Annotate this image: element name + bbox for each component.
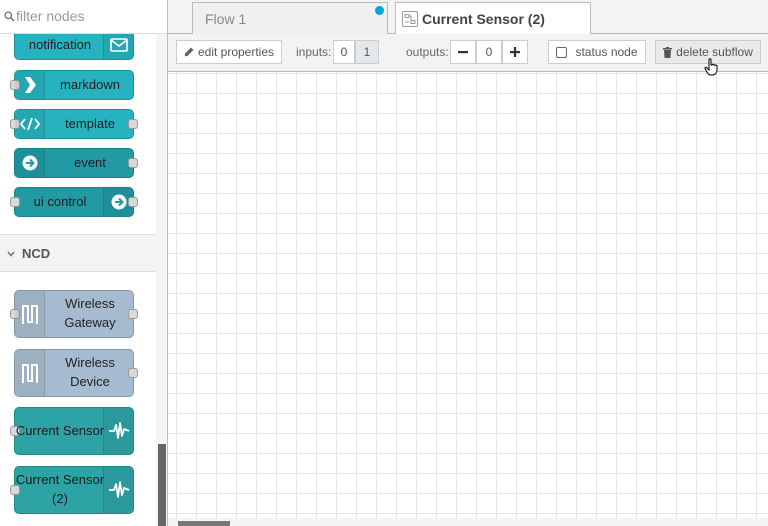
changed-indicator	[375, 6, 384, 15]
output-port[interactable]	[128, 197, 138, 207]
pulse-icon	[103, 467, 133, 513]
scrollbar-thumb[interactable]	[158, 444, 166, 526]
code-icon	[15, 110, 45, 138]
workspace-tabs: Flow 1 Current Sensor (2)	[168, 0, 768, 35]
outputs-value: 0	[485, 45, 493, 59]
node-label: template	[65, 115, 115, 131]
node-label: Wireless Gateway	[64, 296, 116, 330]
palette-scrollbar[interactable]	[156, 34, 167, 526]
envelope-icon	[103, 34, 133, 59]
palette-node-markdown[interactable]: markdown	[10, 70, 134, 100]
inputs-option-1[interactable]: 1	[355, 40, 379, 64]
output-port[interactable]	[128, 119, 138, 129]
plus-icon	[510, 47, 520, 57]
wireless-wave-icon	[15, 350, 45, 396]
node-label: Wireless Device	[65, 355, 115, 389]
palette-list[interactable]: notification markdown template event ui …	[0, 34, 156, 526]
search-input[interactable]	[16, 6, 156, 26]
node-label: event	[74, 154, 106, 170]
outputs-label: outputs:	[406, 45, 449, 59]
palette-node-wireless-gateway[interactable]: Wireless Gateway	[10, 290, 138, 338]
output-port[interactable]	[128, 309, 138, 319]
pulse-icon	[103, 408, 133, 454]
wireless-wave-icon	[15, 291, 45, 337]
subflow-toolbar: edit properties inputs: 0 1 outputs: 0 s…	[168, 34, 768, 72]
option-label: 1	[363, 45, 371, 59]
palette-node-template[interactable]: template	[10, 109, 138, 139]
arrow-circle-right-icon	[15, 149, 45, 177]
category-title: NCD	[22, 246, 51, 261]
status-node-label: status node	[575, 45, 638, 59]
palette-node-event[interactable]: event	[14, 148, 138, 178]
node-label: ui control	[33, 193, 87, 209]
hand-cursor-icon	[704, 58, 720, 79]
output-port[interactable]	[128, 368, 138, 378]
tab-label: Flow 1	[205, 11, 247, 27]
node-red-editor: notification markdown template	[0, 0, 768, 526]
scrollbar-thumb[interactable]	[178, 521, 230, 526]
palette-node-current-sensor[interactable]: Current Sensor	[10, 407, 134, 455]
canvas-horizontal-scrollbar[interactable]	[168, 518, 768, 526]
flow-canvas[interactable]	[168, 72, 768, 518]
inputs-option-0[interactable]: 0	[333, 40, 355, 64]
node-label: markdown	[60, 76, 120, 92]
subflow-icon	[402, 11, 418, 30]
trash-icon	[663, 46, 673, 58]
node-label: Current Sensor (2)	[15, 472, 105, 506]
option-label: 0	[340, 45, 348, 59]
chevron-down-icon	[6, 247, 16, 262]
node-palette: notification markdown template	[0, 0, 168, 526]
outputs-count[interactable]: 0	[476, 40, 502, 64]
search-icon	[4, 10, 15, 25]
tab-current-sensor-2[interactable]: Current Sensor (2)	[395, 2, 591, 35]
outputs-increment-button[interactable]	[502, 40, 528, 64]
output-port[interactable]	[128, 158, 138, 168]
minus-icon	[458, 51, 468, 54]
inputs-label: inputs:	[296, 45, 332, 59]
edit-properties-label: edit properties	[197, 45, 275, 59]
palette-node-notification[interactable]: notification	[14, 34, 134, 60]
palette-node-ui-control[interactable]: ui control	[10, 187, 138, 217]
status-node-toggle[interactable]: status node	[548, 40, 646, 64]
tab-flow-1[interactable]: Flow 1	[192, 2, 388, 34]
tab-label: Current Sensor (2)	[422, 11, 545, 27]
palette-search	[0, 0, 167, 34]
palette-category-ncd[interactable]: NCD	[0, 234, 156, 272]
checkbox[interactable]	[556, 46, 568, 58]
delete-subflow-label: delete subflow	[676, 45, 753, 59]
edit-properties-button[interactable]: edit properties	[176, 40, 282, 64]
outputs-decrement-button[interactable]	[450, 40, 476, 64]
node-label: notification	[28, 36, 92, 52]
pencil-icon	[184, 47, 194, 57]
markdown-arrow-icon	[15, 71, 45, 99]
palette-node-current-sensor-2[interactable]: Current Sensor (2)	[10, 466, 134, 514]
node-label: Current Sensor	[15, 422, 105, 438]
palette-node-wireless-device[interactable]: Wireless Device	[14, 349, 138, 397]
